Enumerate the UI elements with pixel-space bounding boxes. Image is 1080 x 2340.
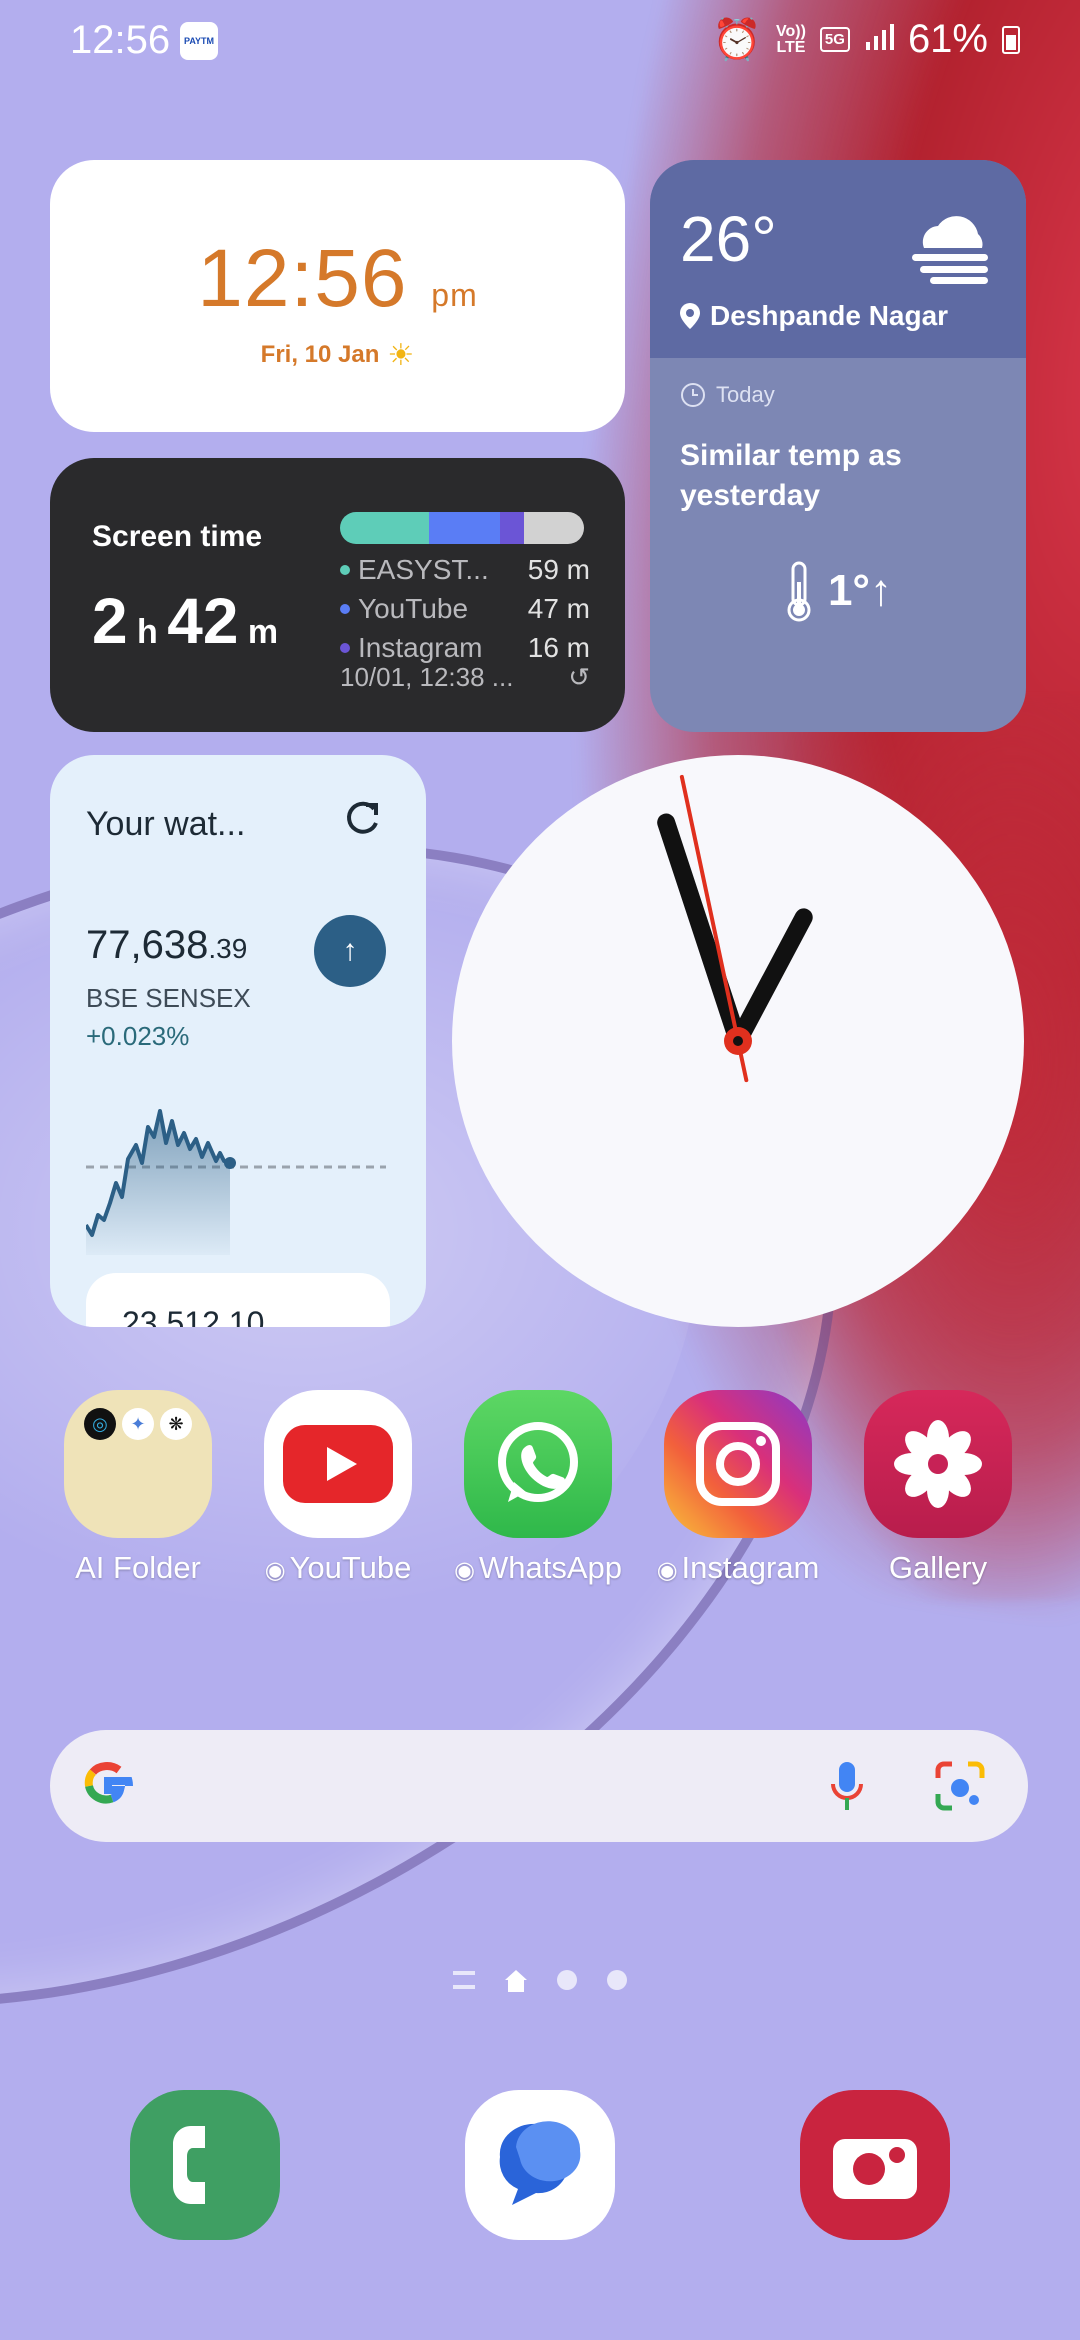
app-name: YouTube [358,592,469,624]
app-instagram[interactable]: ◉ Instagram [653,1390,823,1586]
thermometer-icon [787,561,811,622]
app-label: ◉ Instagram [656,1550,820,1585]
page-dot[interactable] [557,1970,577,1990]
app-usage-time: 59 m [527,553,590,585]
signal-icon [864,17,894,62]
folder-icon: ◎ ✦ ❋ [64,1390,212,1538]
usage-bar-segment [340,512,429,544]
home-page-icon[interactable] [505,1970,527,1992]
gallery-flower-icon [864,1390,1012,1538]
location-pin-icon [680,303,700,329]
youtube-icon [264,1390,412,1538]
dual-app-badge-icon: ◉ [454,1557,475,1584]
index-name: BSE SENSEX [86,983,251,1013]
index-change: +0.023% [86,1021,190,1051]
app-color-dot [340,603,350,614]
battery-icon [1002,25,1020,54]
weather-location: Deshpande Nagar [680,300,948,332]
screen-time-usage-bar [340,512,584,544]
analog-clock-face [657,774,813,1083]
screen-time-app-row: EASYST... 59 m [340,550,590,589]
arrow-up-icon: ↑ [314,915,386,987]
dock-phone-icon[interactable] [130,2090,280,2240]
index-sparkline [84,1085,386,1260]
app-name: Instagram [358,631,483,663]
app-label: ◉ YouTube [264,1550,412,1585]
status-bar-right: ⏰ Vo)) LTE 5G 61% [712,16,1020,63]
usage-bar-segment [523,512,584,544]
minute-hand [657,813,747,1050]
app-label: Gallery [888,1550,988,1585]
screen-time-app-list: EASYST... 59 m YouTube 47 m Instagram 16 m [340,550,590,667]
screen-time-app-row: YouTube 47 m [340,589,590,628]
search-input[interactable] [190,1760,830,1812]
app-ai-folder[interactable]: ◎ ✦ ❋ AI Folder [53,1390,223,1586]
dual-app-badge-icon: ◉ [656,1557,678,1584]
refresh-icon[interactable] [340,797,384,846]
weather-description: Similar temp as yesterday [680,439,902,512]
watchlist-title: Your wat... [86,805,246,843]
app-label: AI Folder [75,1550,201,1585]
status-bar-time: 12:56 [70,18,171,62]
app-name: EASYST... [358,553,489,585]
battery-percent: 61% [907,17,988,61]
fog-cloud-icon [906,210,990,289]
screen-time-title: Screen time [92,520,263,553]
page-indicator[interactable] [0,1970,1080,1992]
sun-icon: ☀ [387,339,415,372]
microphone-icon[interactable] [830,1760,864,1819]
google-search-bar[interactable] [50,1730,1028,1842]
screen-time-widget[interactable]: Screen time 2 h 42 m EASYST... 59 m YouTub… [50,458,625,732]
app-label: ◉ WhatsApp [454,1550,622,1585]
usage-bar-segment [428,512,500,544]
screen-time-total: 2 h 42 m [92,585,279,657]
google-g-icon [80,1758,136,1819]
usage-bar-segment [499,512,524,544]
app-youtube[interactable]: ◉ YouTube [253,1390,423,1586]
weather-temperature: 26° [680,203,777,275]
network-type: 5G [819,27,850,52]
clock-widget-date: Fri, 10 Jan ☀ [260,339,415,372]
page-list-icon[interactable] [453,1971,475,1989]
app-usage-time: 47 m [527,592,590,624]
clock-icon [681,383,705,407]
app-whatsapp[interactable]: ◉ WhatsApp [453,1390,623,1586]
clock-widget-time: 12:56 pm [197,233,478,324]
google-lens-icon[interactable] [934,1760,986,1817]
paytm-notification-icon: PAYTM [180,22,218,60]
refresh-icon[interactable]: ↺ [568,662,590,693]
stock-watchlist-widget[interactable]: Your wat... 77,638.39 BSE SENSEX +0.023%… [50,755,426,1327]
volte-indicator: Vo)) LTE [776,22,806,56]
app-color-dot [340,642,350,653]
app-usage-time: 16 m [527,631,590,663]
app-gallery[interactable]: Gallery [853,1390,1023,1586]
index-value: 77,638.39 [86,923,248,967]
watchlist-next-value: 23,512.10 [122,1305,265,1327]
alarm-icon: ⏰ [712,18,762,62]
page-dot[interactable] [607,1970,627,1990]
screen-time-updated: 10/01, 12:38 ... ↺ [340,662,590,693]
dock-camera-icon[interactable] [800,2090,950,2240]
dual-app-badge-icon: ◉ [264,1557,286,1584]
dock-messages-icon[interactable] [465,2090,615,2240]
clock-widget[interactable]: 12:56 pm Fri, 10 Jan ☀ [50,160,625,432]
app-color-dot [340,564,350,575]
weather-temp-change: 1°↑ [650,560,1026,622]
instagram-icon [664,1390,812,1538]
whatsapp-icon [464,1390,612,1538]
weather-today-label: Today [680,382,775,408]
hour-hand [729,908,813,1050]
weather-widget[interactable]: 26° Deshpande Nagar Today Similar temp a… [650,160,1026,732]
analog-clock-widget[interactable] [452,755,1024,1327]
